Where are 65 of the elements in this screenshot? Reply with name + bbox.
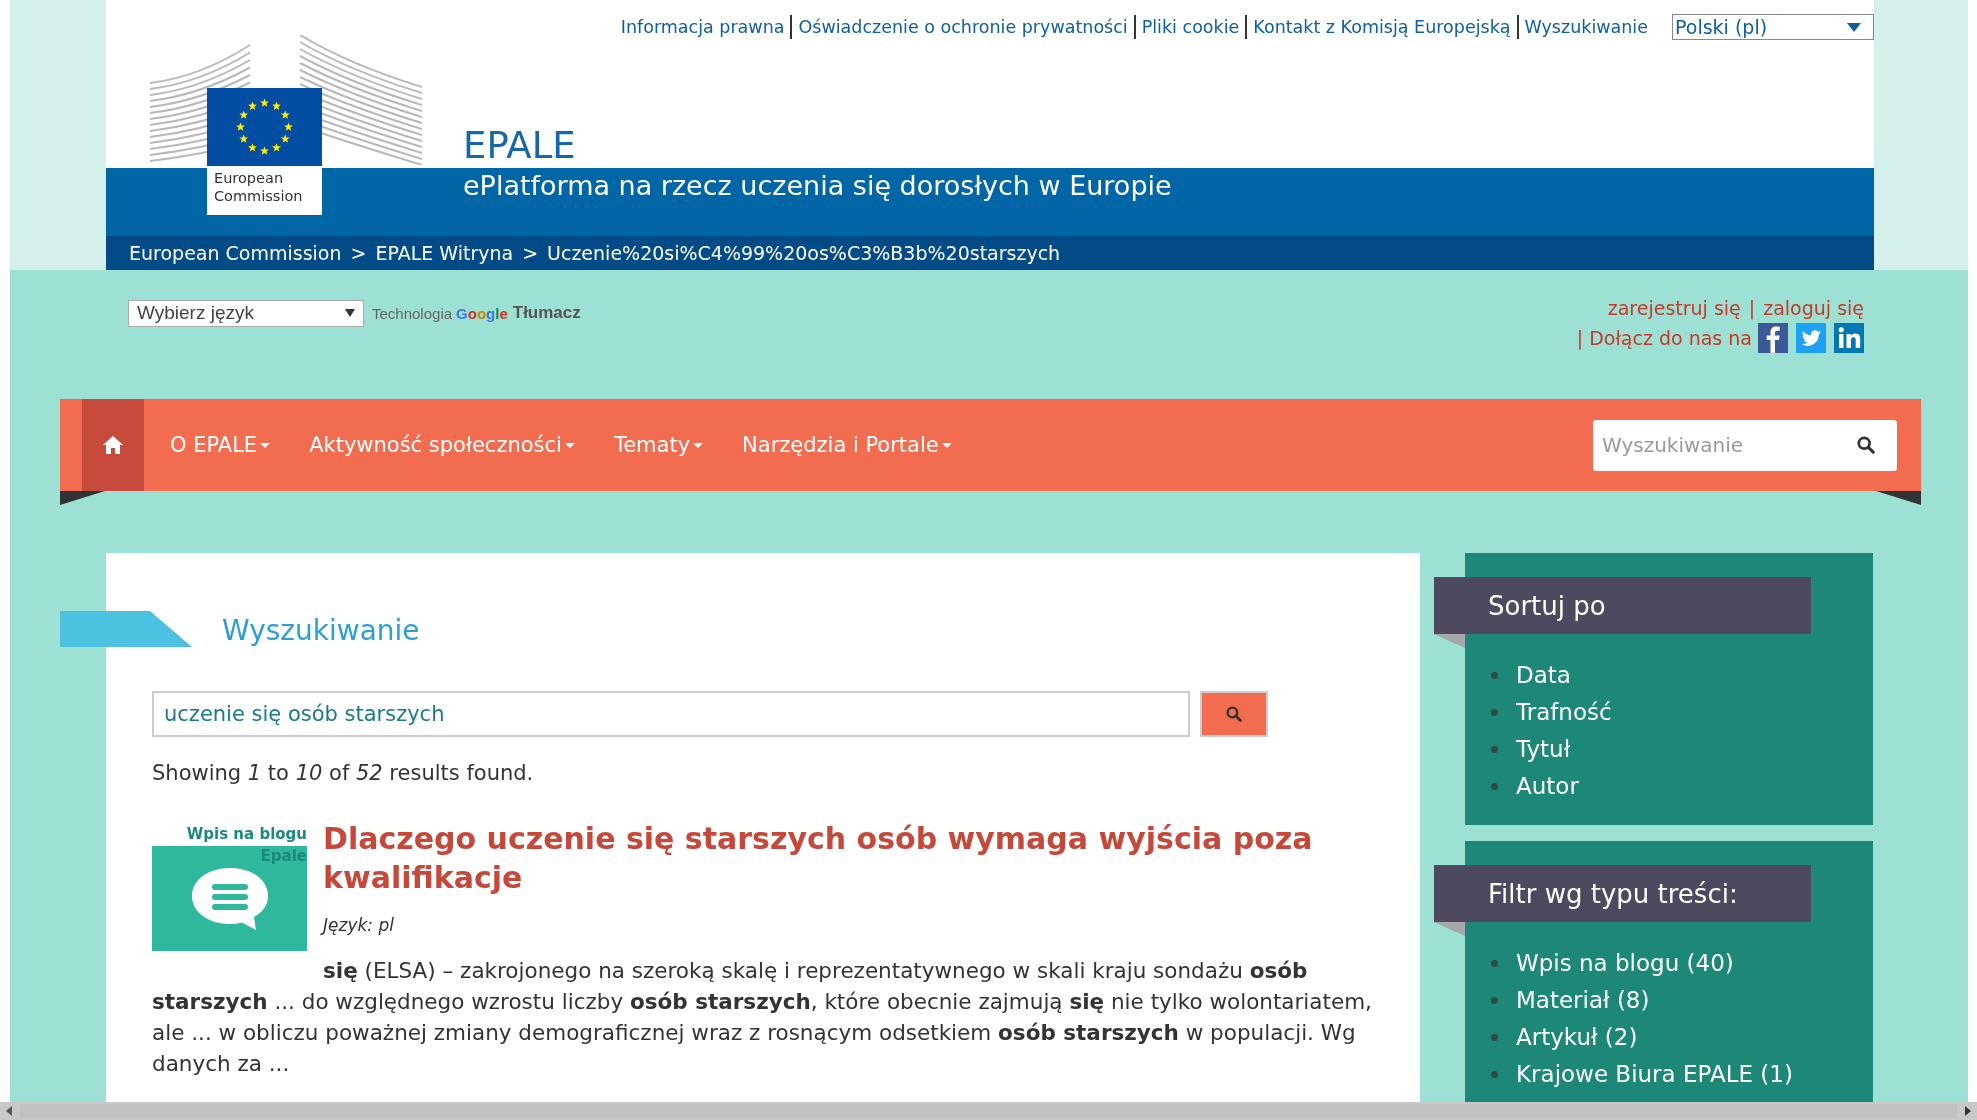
sidebar-link[interactable]: Data [1516,660,1571,690]
site-title: EPALE [463,126,577,168]
breadcrumb-link[interactable]: Uczenie%20si%C4%99%20os%C3%B3b%20starszych [547,242,1061,264]
left-arrow-icon[interactable] [6,1106,12,1116]
sidebar-link[interactable]: Trafność [1516,697,1612,727]
footer-link[interactable]: Oświadczenie o ochronie prywatności [798,17,1128,37]
language-select[interactable]: Wybierz język [128,299,364,327]
bullet-icon [1491,1070,1498,1078]
nav-menu-item[interactable]: Narzędzia i Portale [726,423,975,467]
eu-flag-icon [207,88,322,166]
site-subtitle: ePlatforma na rzecz uczenia się dorosłych w Europie [463,169,1173,203]
account-link[interactable]: zarejestruj się [1607,297,1741,319]
result-snippet: się (ELSA) – zakrojonego na szeroką skalę i reprezentatywnego w skali kraju sondażu osób starszych ... do względnego wzrostu liczby osób starszych, które obecnie zajmują się nie tylko wolontariatem, ale ... w obliczu poważnej zmiany demograficznej wraz z rosnącym odsetkiem osób starszych w populacji. Wg danych za ... [152,957,1373,1078]
search-field[interactable]: uczenie się osób starszych [152,691,1190,737]
bullet-icon [1491,996,1498,1004]
bird-icon[interactable] [1796,323,1826,353]
sidebar-link[interactable]: Artykuł (2) [1516,1022,1638,1052]
breadcrumb-link[interactable]: EPALE Witryna [375,242,514,264]
footer-link[interactable]: Kontakt z Komisją Europejską [1253,17,1511,37]
link-separator: | [1748,297,1756,319]
search-button[interactable] [1200,691,1268,737]
sidebar-link[interactable]: Wpis na blogu (40) [1516,948,1734,978]
bullet-icon [1491,959,1498,967]
footer-link[interactable]: Pliki cookie [1141,17,1240,37]
search-field[interactable]: Wyszukiwanie [1593,419,1897,471]
dropdown-arrow-icon [1847,22,1861,32]
result-title-link[interactable]: Dlaczego uczenie się starszych osób wymaga wyjścia poza kwalifikacje [323,819,1374,897]
right-arrow-icon[interactable] [1965,1106,1971,1116]
results-summary: Showing 1 to 10 of 52 results found. [152,761,535,785]
join-us-label: | Dołącz do nas na [1576,327,1752,349]
search-icon [1226,706,1242,722]
breadcrumb-link[interactable]: European Commission [129,242,342,264]
search-icon [1857,436,1875,454]
nav-menu-item[interactable]: Aktywność społeczności [293,423,598,467]
home-button[interactable] [82,399,144,491]
f-logo-icon[interactable] [1758,323,1788,353]
bullet-icon [1491,708,1498,716]
sidebar-link[interactable]: Krajowe Biura EPALE (1) [1516,1059,1793,1089]
bullet-icon [1491,782,1498,790]
chat-bubble-icon [189,865,270,932]
bullet-icon [1491,1033,1498,1041]
logo-caption: European Commission [207,166,322,215]
nav-menu-item[interactable]: O EPALE [154,423,294,467]
bullet-icon [1491,745,1498,753]
in-logo-icon[interactable] [1834,323,1864,353]
footer-link[interactable]: Wyszukiwanie [1524,17,1648,37]
nav-menu-item[interactable]: Tematy [597,423,727,467]
bullet-icon [1491,671,1498,679]
breadcrumb-separator: > [522,242,539,264]
home-icon [103,436,123,454]
sidebar-link[interactable]: Tytuł [1516,734,1571,764]
horizontal-scrollbar[interactable] [0,1102,1977,1120]
footer-link[interactable]: Informacja prawna [620,17,785,37]
panel-heading: Sortuj po [1434,577,1811,634]
google-wordmark: Google [456,304,508,322]
dropdown-arrow-icon [345,309,355,317]
account-link[interactable]: zaloguj się [1763,297,1864,319]
page-heading: Wyszukiwanie [222,613,420,647]
breadcrumb-separator: > [350,242,367,264]
translate-credit: Technologia [372,304,453,322]
language-select[interactable]: Polski (pl) [1672,14,1874,40]
panel-heading: Filtr wg typu treści: [1434,865,1811,922]
sidebar-link[interactable]: Autor [1516,771,1579,801]
translate-credit: Tłumacz [512,303,581,323]
sidebar-link[interactable]: Materiał (8) [1516,985,1650,1015]
